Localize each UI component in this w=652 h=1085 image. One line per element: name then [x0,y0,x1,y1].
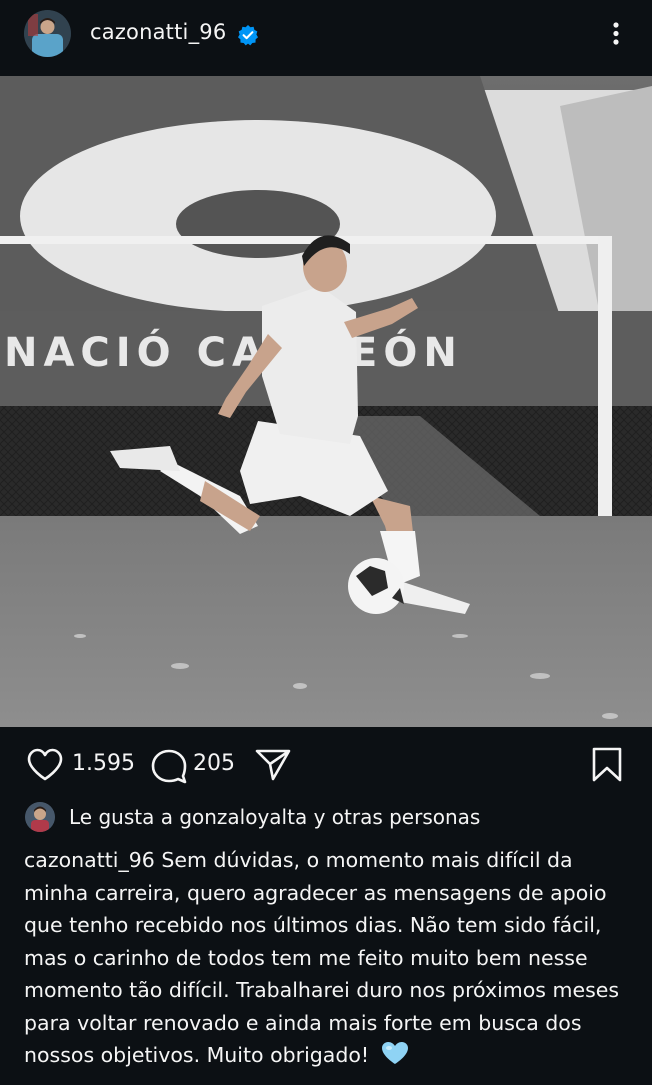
likes-count[interactable]: 1.595 [72,751,135,776]
comment-bubble-icon[interactable] [150,748,188,784]
liker-avatar[interactable] [25,802,55,832]
liked-by-text[interactable]: Le gusta a gonzaloyalta y otras personas [69,805,480,829]
user-avatar[interactable] [24,10,71,57]
comments-count[interactable]: 205 [193,751,235,776]
bookmark-icon[interactable] [590,746,624,784]
heart-outline-icon[interactable] [26,748,64,782]
post-photo[interactable]: NACIÓ CAMPEÓN [0,76,652,727]
caption-username[interactable]: cazonatti_96 [24,848,155,872]
verified-badge-icon [237,24,259,46]
paper-plane-icon[interactable] [254,748,292,782]
photo-banner-text: NACIÓ CAMPEÓN [4,328,463,376]
username[interactable]: cazonatti_96 [90,20,226,44]
more-vertical-icon[interactable] [604,18,628,50]
post-caption: cazonatti_96 Sem dúvidas, o momento mais… [24,844,634,1076]
caption-text: Sem dúvidas, o momento mais difícil da m… [24,848,620,1067]
light-blue-heart-emoji [380,1040,410,1076]
post-header: cazonatti_96 [0,0,652,76]
